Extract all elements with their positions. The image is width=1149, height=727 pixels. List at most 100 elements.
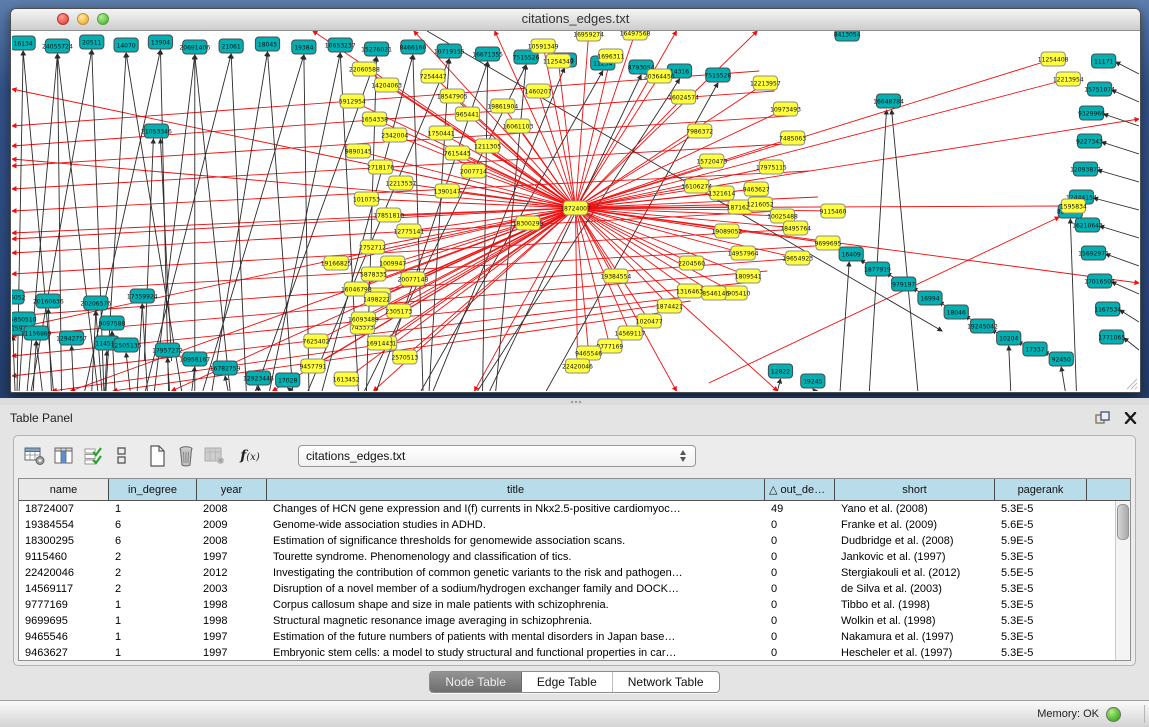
graph-node[interactable]: 20691406 bbox=[179, 40, 210, 54]
tab-network-table[interactable]: Network Table bbox=[613, 672, 719, 692]
table-row[interactable]: 911546021997Tourette syndrome. Phenomeno… bbox=[19, 549, 1130, 565]
table-cell-name[interactable]: 18724007 bbox=[19, 503, 109, 515]
graph-edge[interactable] bbox=[1116, 62, 1139, 74]
graph-node[interactable]: 11156869 bbox=[21, 326, 52, 340]
graph-node[interactable]: 15692971 bbox=[1078, 246, 1109, 260]
table-cell-year[interactable]: 1998 bbox=[197, 615, 267, 627]
graph-node[interactable]: 9457791 bbox=[299, 359, 326, 373]
graph-node[interactable]: 2616052 bbox=[12, 290, 26, 304]
graph-node[interactable]: 19245 bbox=[801, 374, 825, 388]
graph-node[interactable]: 10958167 bbox=[179, 352, 210, 366]
graph-edge[interactable] bbox=[36, 341, 42, 391]
graph-node[interactable]: 1750441 bbox=[428, 126, 455, 140]
table-cell-year[interactable]: 2008 bbox=[197, 535, 267, 547]
table-cell-in_degree[interactable]: 1 bbox=[109, 631, 197, 643]
table-cell-short[interactable]: Stergiakouli et al. (2012) bbox=[835, 567, 995, 579]
graph-node[interactable]: 16671355 bbox=[472, 47, 503, 61]
graph-node[interactable]: 9097588 bbox=[99, 316, 126, 330]
table-cell-year[interactable]: 1997 bbox=[197, 647, 267, 659]
table-cell-year[interactable]: 2003 bbox=[197, 583, 267, 595]
graph-node[interactable]: 1877919 bbox=[864, 262, 891, 276]
graph-node[interactable]: 1321614 bbox=[708, 186, 735, 200]
table-cell-out_degree[interactable]: 0 bbox=[765, 551, 835, 563]
column-header-out_degree[interactable]: △ out_de… bbox=[765, 479, 835, 500]
graph-node[interactable]: 1216052 bbox=[747, 197, 774, 211]
graph-node[interactable]: 1316463 bbox=[676, 284, 703, 298]
graph-edge[interactable] bbox=[288, 388, 292, 391]
graph-node[interactable]: 9465546 bbox=[575, 346, 602, 360]
window-titlebar[interactable]: citations_edges.txt bbox=[11, 9, 1140, 31]
table-cell-pagerank[interactable]: 5.3E-5 bbox=[995, 615, 1087, 627]
graph-edge[interactable] bbox=[475, 208, 576, 391]
graph-node[interactable]: 17028 bbox=[276, 373, 300, 387]
graph-node[interactable]: 16409 bbox=[839, 247, 863, 261]
close-panel-icon[interactable] bbox=[1121, 410, 1139, 426]
graph-node[interactable]: 19384554 bbox=[601, 269, 632, 283]
table-cell-title[interactable]: Embryonic stem cells: a model to study s… bbox=[267, 647, 765, 659]
table-row[interactable]: 1872400712008Changes of HCN gene express… bbox=[19, 501, 1130, 517]
graph-node[interactable]: 12822 bbox=[768, 364, 792, 378]
graph-node[interactable]: 15751074 bbox=[1084, 82, 1115, 96]
table-cell-title[interactable]: Tourette syndrome. Phenomenology and cla… bbox=[267, 551, 765, 563]
table-row[interactable]: 969969511998Structural magnetic resonanc… bbox=[19, 613, 1130, 629]
graph-edge[interactable] bbox=[1094, 198, 1139, 210]
table-cell-short[interactable]: Dudbridge et al. (2008) bbox=[835, 535, 995, 547]
graph-node[interactable]: 2305173 bbox=[385, 304, 412, 318]
graph-edge[interactable] bbox=[576, 208, 749, 276]
float-panel-icon[interactable] bbox=[1093, 410, 1111, 426]
graph-node[interactable]: 1167534 bbox=[1094, 302, 1121, 316]
table-cell-in_degree[interactable]: 6 bbox=[109, 519, 197, 531]
graph-edge[interactable] bbox=[483, 62, 488, 391]
graph-node[interactable]: 1010753 bbox=[353, 192, 380, 206]
graph-node[interactable]: 5912954 bbox=[339, 94, 366, 108]
graph-node[interactable]: 12775141 bbox=[393, 224, 424, 238]
graph-edge[interactable] bbox=[225, 376, 228, 391]
graph-node[interactable]: 16959274 bbox=[573, 31, 604, 41]
graph-node[interactable]: 92450 bbox=[1049, 352, 1073, 366]
graph-node[interactable]: 16994 bbox=[918, 291, 942, 305]
graph-edge[interactable] bbox=[709, 217, 1059, 383]
table-cell-title[interactable]: Genome-wide association studies in ADHD. bbox=[267, 519, 765, 531]
table-cell-short[interactable]: Hescheler et al. (1997) bbox=[835, 647, 995, 659]
graph-node[interactable]: 5878335 bbox=[360, 267, 387, 281]
column-header-short[interactable]: short bbox=[835, 479, 995, 500]
table-cell-title[interactable]: Estimation of significance thresholds fo… bbox=[267, 535, 765, 547]
graph-node[interactable]: 9115460 bbox=[820, 204, 847, 218]
table-cell-name[interactable]: 14569117 bbox=[19, 583, 109, 595]
graph-node[interactable]: 18546146 bbox=[698, 286, 729, 300]
table-cell-in_degree[interactable]: 2 bbox=[109, 583, 197, 595]
graph-node[interactable]: 20077148 bbox=[398, 272, 429, 286]
network-view[interactable]: 1872400716134240557242051114070139042069… bbox=[12, 31, 1139, 391]
table-cell-title[interactable]: Disruption of a novel member of a sodium… bbox=[267, 583, 765, 595]
graph-node[interactable]: 1696311 bbox=[597, 49, 624, 63]
graph-edge[interactable] bbox=[1098, 170, 1139, 182]
graph-node[interactable]: 10591349 bbox=[528, 39, 559, 53]
table-cell-in_degree[interactable]: 2 bbox=[109, 551, 197, 563]
table-cell-out_degree[interactable]: 0 bbox=[765, 631, 835, 643]
table-cell-short[interactable]: de Silva et al. (2003) bbox=[835, 583, 995, 595]
graph-node[interactable]: 17359924 bbox=[127, 289, 158, 303]
graph-node[interactable]: 1460207 bbox=[525, 84, 552, 98]
graph-node[interactable]: 10653237 bbox=[325, 38, 356, 52]
table-cell-in_degree[interactable]: 1 bbox=[109, 615, 197, 627]
graph-node[interactable]: 17337 bbox=[1023, 342, 1047, 356]
graph-node[interactable]: 9463627 bbox=[743, 182, 770, 196]
graph-node[interactable]: 1595834 bbox=[1060, 199, 1087, 213]
table-cell-name[interactable]: 9465546 bbox=[19, 631, 109, 643]
table-settings-button[interactable] bbox=[22, 443, 48, 469]
graph-node[interactable]: 7254447 bbox=[420, 69, 447, 83]
table-row[interactable]: 2242004622012Investigating the contribut… bbox=[19, 565, 1130, 581]
table-cell-title[interactable]: Structural magnetic resonance image aver… bbox=[267, 615, 765, 627]
graph-node[interactable]: 8413054 bbox=[834, 31, 861, 41]
resize-grip-icon[interactable] bbox=[1124, 376, 1138, 390]
column-header-name[interactable]: name bbox=[19, 479, 109, 500]
table-row[interactable]: 946362711997Embryonic stem cells: a mode… bbox=[19, 645, 1130, 661]
table-cell-year[interactable]: 1997 bbox=[197, 551, 267, 563]
table-cell-name[interactable]: 9115460 bbox=[19, 551, 109, 563]
graph-node[interactable]: 1654338 bbox=[361, 112, 388, 126]
table-cell-short[interactable]: Wolkin et al. (1998) bbox=[835, 615, 995, 627]
graph-edge[interactable] bbox=[13, 336, 15, 391]
graph-edge[interactable] bbox=[576, 83, 766, 208]
column-chooser-button[interactable] bbox=[51, 443, 77, 469]
table-cell-out_degree[interactable]: 0 bbox=[765, 599, 835, 611]
